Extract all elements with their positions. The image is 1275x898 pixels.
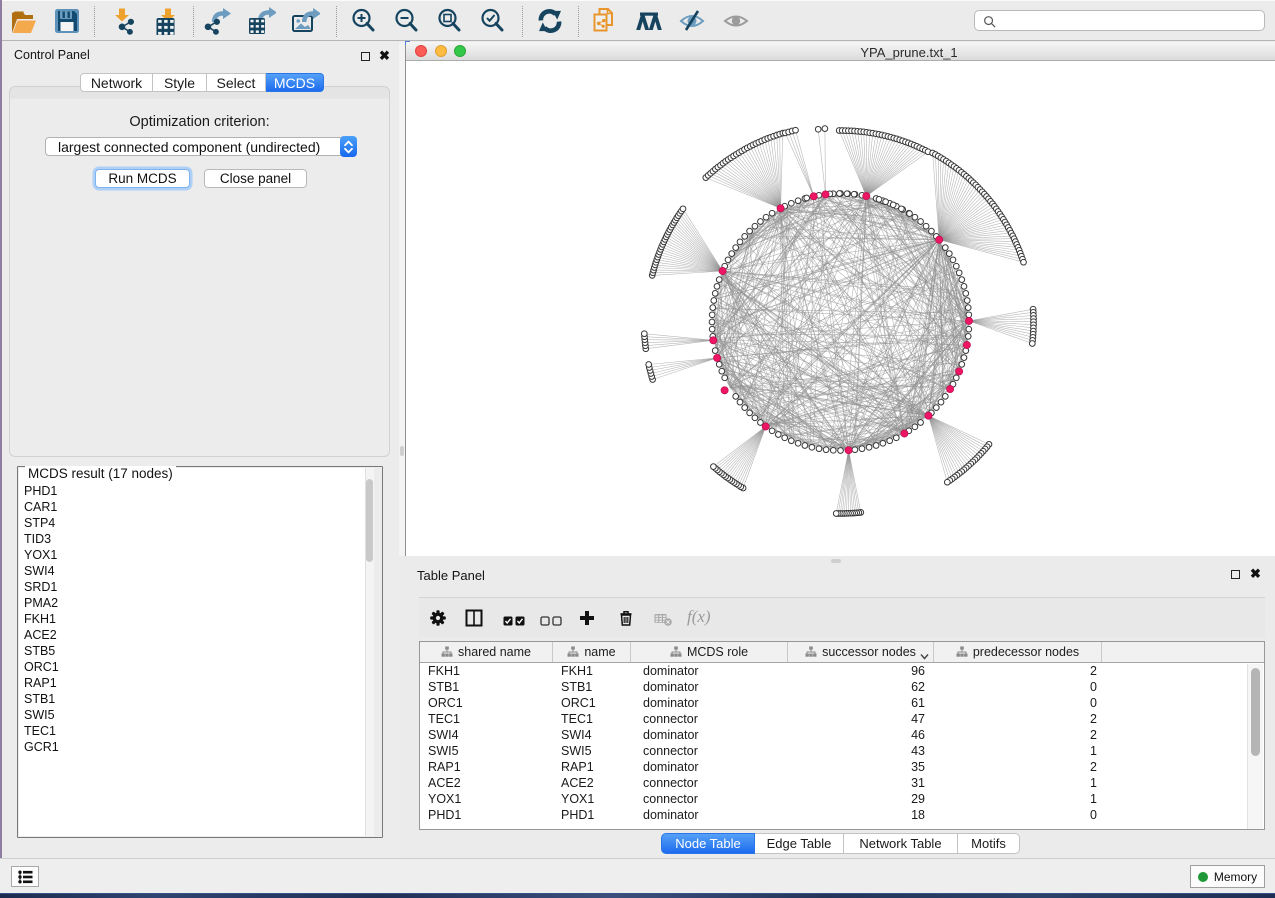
svg-text:f(x): f(x)	[687, 607, 711, 626]
